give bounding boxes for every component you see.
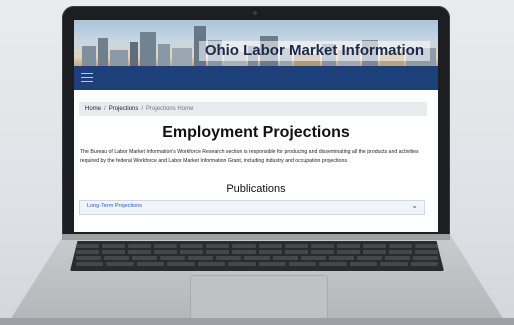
- keyboard: [70, 241, 444, 271]
- screen-fade: [74, 214, 438, 232]
- chevron-down-icon[interactable]: ⌄: [411, 201, 418, 210]
- keyboard-row: [76, 262, 439, 266]
- breadcrumb: Home / Projections / Projections Home: [79, 102, 427, 116]
- accordion-label[interactable]: Long-Term Projections: [87, 203, 142, 209]
- page-title: Employment Projections: [162, 124, 350, 141]
- breadcrumb-projections[interactable]: Projections: [109, 106, 139, 112]
- site-header-banner: Ohio Labor Market Information: [74, 20, 438, 66]
- laptop-screen: Ohio Labor Market Information Home / Proje…: [74, 20, 438, 232]
- accordion-long-term-projections[interactable]: Long-Term Projections ⌄: [79, 200, 425, 215]
- laptop-hinge: [62, 234, 450, 240]
- hamburger-menu-icon[interactable]: [81, 73, 93, 83]
- trackpad: [190, 275, 328, 319]
- intro-paragraph: The Bureau of Labor Market Information's…: [80, 149, 419, 164]
- main-navbar: [74, 66, 438, 90]
- breadcrumb-home[interactable]: Home: [85, 106, 101, 112]
- laptop-front-edge: [0, 318, 514, 325]
- breadcrumb-separator: /: [141, 106, 144, 112]
- publications-heading: Publications: [226, 183, 286, 195]
- webcam: [253, 11, 257, 15]
- site-title[interactable]: Ohio Labor Market Information: [198, 41, 430, 61]
- laptop-lid: Ohio Labor Market Information Home / Proje…: [62, 6, 450, 238]
- breadcrumb-current: Projections Home: [146, 106, 194, 112]
- keyboard-row: [76, 256, 439, 260]
- keyboard-row: [76, 250, 439, 254]
- breadcrumb-separator: /: [104, 106, 106, 112]
- keyboard-row: [76, 244, 439, 248]
